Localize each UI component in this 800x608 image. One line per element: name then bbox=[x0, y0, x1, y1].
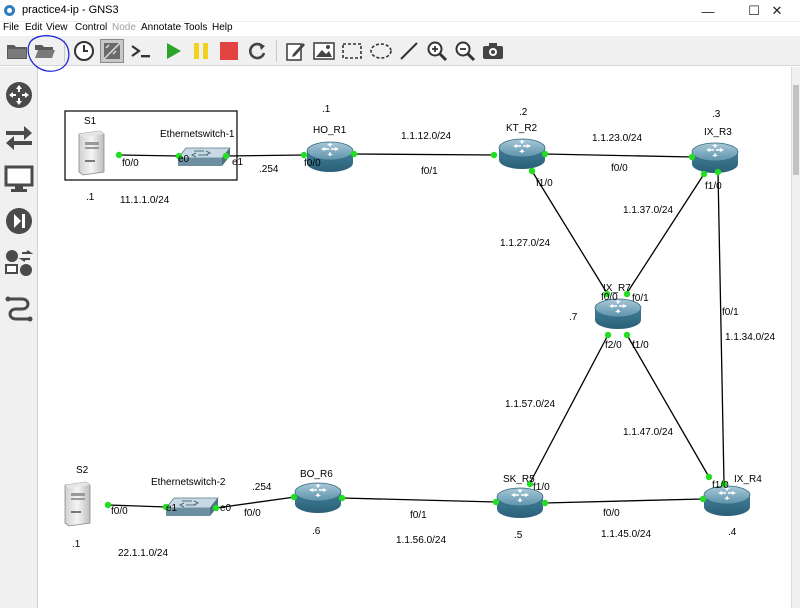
end-devices-icon[interactable] bbox=[3, 163, 35, 195]
menu-view[interactable]: View bbox=[46, 22, 68, 33]
scrollbar-thumb[interactable] bbox=[793, 85, 799, 175]
router-ix_r4[interactable] bbox=[703, 485, 751, 517]
all-devices-icon[interactable] bbox=[3, 247, 35, 279]
vertical-scrollbar[interactable] bbox=[791, 67, 800, 608]
rectangle-icon[interactable] bbox=[340, 39, 364, 63]
screenshot-icon[interactable] bbox=[481, 39, 505, 63]
clock-icon[interactable] bbox=[72, 39, 96, 63]
menu-annotate[interactable]: Annotate bbox=[141, 22, 181, 33]
router-sk_r5[interactable] bbox=[496, 487, 544, 519]
router-ho_r1[interactable] bbox=[306, 141, 354, 173]
device-bar bbox=[0, 67, 38, 608]
menu-edit[interactable]: Edit bbox=[25, 22, 42, 33]
topology-canvas[interactable] bbox=[39, 67, 791, 608]
security-devices-icon[interactable] bbox=[3, 205, 35, 237]
device-s2[interactable] bbox=[64, 481, 91, 527]
router-kt_r2[interactable] bbox=[498, 138, 546, 170]
ellipse-icon[interactable] bbox=[369, 39, 393, 63]
open-folder-icon[interactable] bbox=[33, 39, 57, 63]
router-ix_r3[interactable] bbox=[691, 142, 739, 174]
reload-icon[interactable] bbox=[245, 39, 269, 63]
router-bo_r6[interactable] bbox=[294, 482, 342, 514]
insert-image-icon[interactable] bbox=[312, 39, 336, 63]
menu-help[interactable]: Help bbox=[212, 22, 233, 33]
line-icon[interactable] bbox=[397, 39, 421, 63]
title-bar: practice4-ip - GNS3 — ☐ ✕ bbox=[0, 0, 800, 22]
menu-control[interactable]: Control bbox=[75, 22, 107, 33]
menu-bar: File Edit View Control Node Annotate Too… bbox=[0, 22, 800, 36]
gns3-app-icon bbox=[4, 5, 15, 16]
toolbar-separator bbox=[276, 40, 277, 62]
switches-icon[interactable] bbox=[3, 122, 35, 154]
menu-file[interactable]: File bbox=[3, 22, 19, 33]
zoom-in-icon[interactable] bbox=[425, 39, 449, 63]
start-icon[interactable] bbox=[161, 39, 185, 63]
suspend-icon[interactable] bbox=[189, 39, 213, 63]
snapshot-grid-icon[interactable] bbox=[100, 39, 124, 63]
close-button[interactable]: ✕ bbox=[754, 0, 800, 22]
device-ethernetswitch-1[interactable] bbox=[177, 147, 231, 167]
stop-icon[interactable] bbox=[217, 39, 241, 63]
router-ix_r7[interactable] bbox=[594, 298, 642, 330]
folder-icon[interactable] bbox=[5, 39, 29, 63]
edit-note-icon[interactable] bbox=[284, 39, 308, 63]
menu-tools[interactable]: Tools bbox=[184, 22, 207, 33]
routers-icon[interactable] bbox=[3, 79, 35, 111]
device-ethernetswitch-2[interactable] bbox=[165, 497, 219, 517]
minimize-button[interactable]: — bbox=[685, 0, 731, 22]
menu-node: Node bbox=[112, 22, 136, 33]
zoom-out-icon[interactable] bbox=[453, 39, 477, 63]
console-icon[interactable] bbox=[129, 39, 153, 63]
window-title: practice4-ip - GNS3 bbox=[22, 4, 119, 16]
toolbar bbox=[0, 36, 800, 66]
toolbar-separator bbox=[64, 40, 65, 62]
add-link-icon[interactable] bbox=[3, 293, 35, 325]
device-s1[interactable] bbox=[78, 130, 105, 176]
